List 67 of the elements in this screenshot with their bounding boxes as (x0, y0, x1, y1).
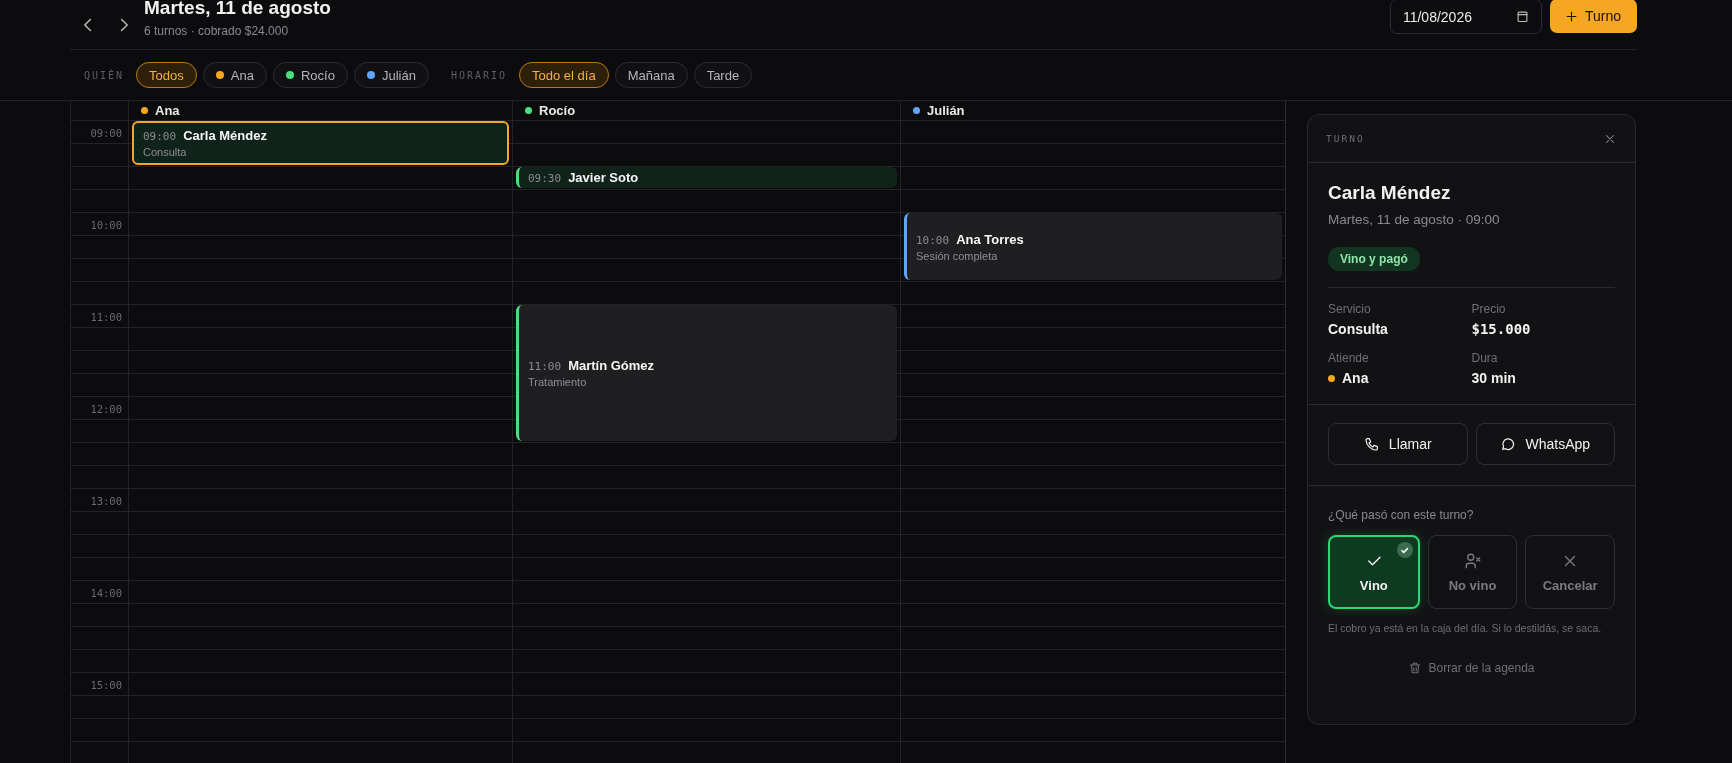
filter-chip[interactable]: Mañana (614, 62, 688, 88)
outcome-option[interactable]: No vino (1427, 535, 1518, 609)
chevron-left-icon[interactable] (84, 17, 92, 32)
filter-group-label: QUIÉN (84, 69, 125, 81)
time-label: 13:00 (90, 495, 122, 507)
trash-icon (1408, 661, 1423, 675)
status-badge: Vino y pagó (1328, 247, 1420, 271)
detail-label: Servicio (1328, 302, 1372, 316)
filter-group-label: HORARIO (450, 69, 508, 81)
phone-icon (1363, 436, 1380, 452)
service-name: Sesión completa (916, 249, 999, 262)
appointment-time: 09:00 (143, 130, 177, 143)
detail-value: $15.000 (1471, 321, 1532, 337)
client-name: Javier Soto (568, 170, 639, 185)
outcome-question: ¿Qué pasó con este turno? (1328, 508, 1474, 522)
selected-check-icon (1396, 542, 1413, 558)
outcome-note: El cobro ya está en la caja del día. Si lo destildás, se saca. (1328, 622, 1603, 634)
appointment-card[interactable]: 10:00 Ana Torres Sesión completa (904, 213, 1282, 280)
detail-value: Ana (1342, 370, 1369, 386)
appointment-datetime: Martes, 11 de agosto · 09:00 (1328, 212, 1501, 227)
filter-chip[interactable]: Rocío (272, 62, 348, 88)
time-label: 12:00 (90, 403, 122, 415)
appointment-time: 10:00 (916, 233, 950, 247)
appointment-card[interactable]: 09:30 Javier Soto (516, 167, 897, 188)
appointment-card[interactable]: 11:00 Martín Gómez Tratamiento (516, 305, 897, 441)
plus-icon (1563, 8, 1579, 24)
panel-label: TURNO (1326, 133, 1365, 144)
chat-bubble-icon (1500, 436, 1517, 452)
person-remove-icon (1463, 551, 1482, 570)
filter-chip[interactable]: Tarde (693, 62, 753, 88)
service-name: Consulta (143, 146, 188, 158)
message-button[interactable]: WhatsApp (1475, 423, 1615, 465)
call-button[interactable]: Llamar (1328, 423, 1468, 465)
filter-chip[interactable]: Julián (353, 62, 429, 88)
appointment-time: 11:00 (528, 360, 562, 373)
client-name: Carla Méndez (183, 128, 267, 143)
chevron-right-icon[interactable] (120, 17, 128, 32)
detail-value: Consulta (1328, 321, 1389, 337)
calendar-icon (1514, 9, 1530, 24)
new-appointment-button[interactable]: Turno (1549, 0, 1637, 33)
detail-label: Atiende (1328, 351, 1370, 365)
time-label: 14:00 (90, 587, 122, 599)
time-label: 11:00 (90, 311, 122, 323)
service-name: Tratamiento (528, 376, 588, 388)
appointment-time: 09:30 (528, 172, 562, 185)
appointment-card[interactable]: 09:00 Carla Méndez Consulta (132, 121, 509, 165)
filter-chip[interactable]: Todo el día (519, 62, 609, 88)
filter-chip[interactable]: Ana (202, 62, 267, 88)
date-field[interactable]: 11/08/2026 (1389, 0, 1542, 34)
client-name: Ana Torres (956, 231, 1024, 247)
client-name: Carla Méndez (1328, 182, 1452, 204)
client-name: Martín Gómez (568, 358, 655, 373)
staff-column-header: Julián (913, 103, 965, 118)
filter-chip[interactable]: Todos (136, 62, 197, 88)
time-label: 09:00 (90, 127, 122, 139)
delete-link[interactable]: Borrar de la agenda (1402, 660, 1541, 676)
staff-column-header: Ana (141, 103, 180, 118)
outcome-option[interactable]: Vino (1328, 535, 1420, 609)
time-label: 10:00 (90, 219, 122, 231)
day-title: Martes, 11 de agosto (144, 0, 331, 18)
detail-value: 30 min (1471, 370, 1517, 386)
outcome-option[interactable]: Cancelar (1525, 535, 1615, 609)
day-summary: 6 turnos · cobrado $24.000 (144, 24, 290, 38)
time-label: 15:00 (90, 679, 122, 691)
detail-label: Precio (1471, 302, 1507, 316)
staff-column-header: Rocío (525, 103, 576, 118)
detail-label: Dura (1471, 351, 1499, 365)
